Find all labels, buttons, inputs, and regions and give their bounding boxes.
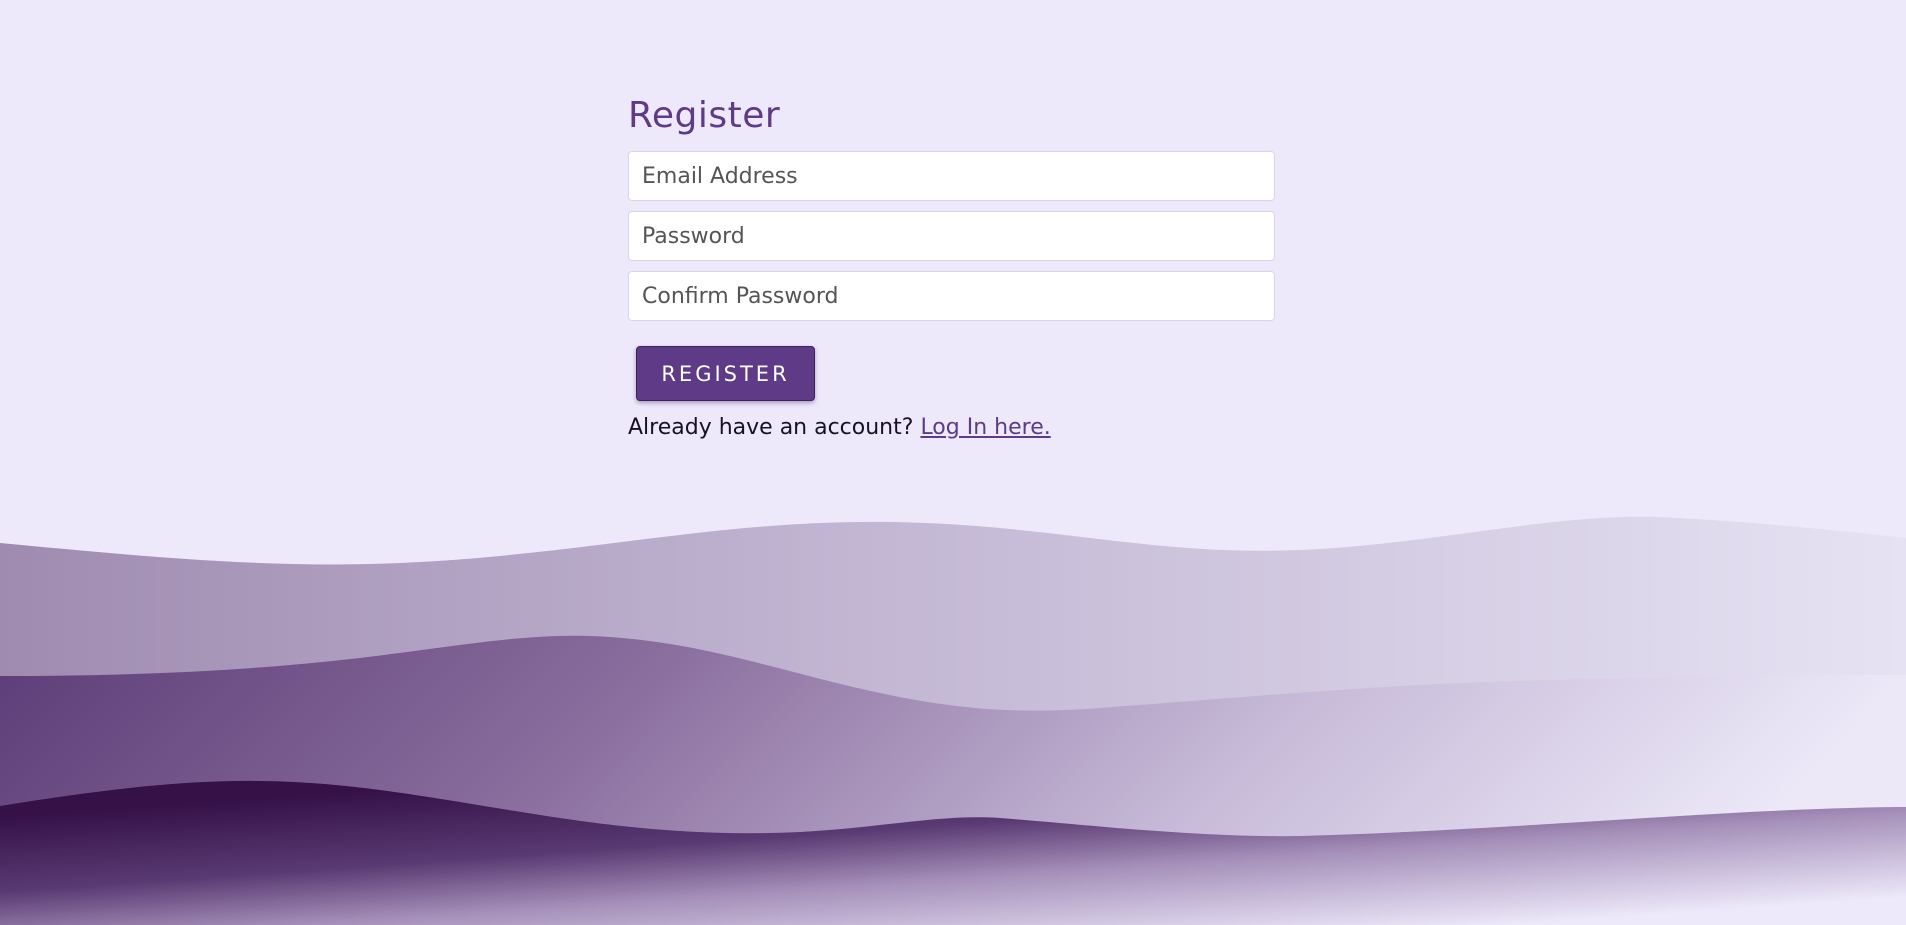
page-title: Register <box>628 95 781 136</box>
form-fields <box>628 151 1275 321</box>
register-page: Register REGISTER Already have an accoun… <box>0 0 1906 925</box>
login-prompt-text: Already have an account? <box>628 415 914 440</box>
register-form: Register REGISTER Already have an accoun… <box>628 90 1275 440</box>
email-field[interactable] <box>628 151 1275 201</box>
login-link[interactable]: Log In here. <box>920 415 1050 440</box>
login-prompt-line: Already have an account? Log In here. <box>628 415 1275 440</box>
password-field[interactable] <box>628 211 1275 261</box>
confirm-password-field[interactable] <box>628 271 1275 321</box>
register-button[interactable]: REGISTER <box>636 346 815 401</box>
